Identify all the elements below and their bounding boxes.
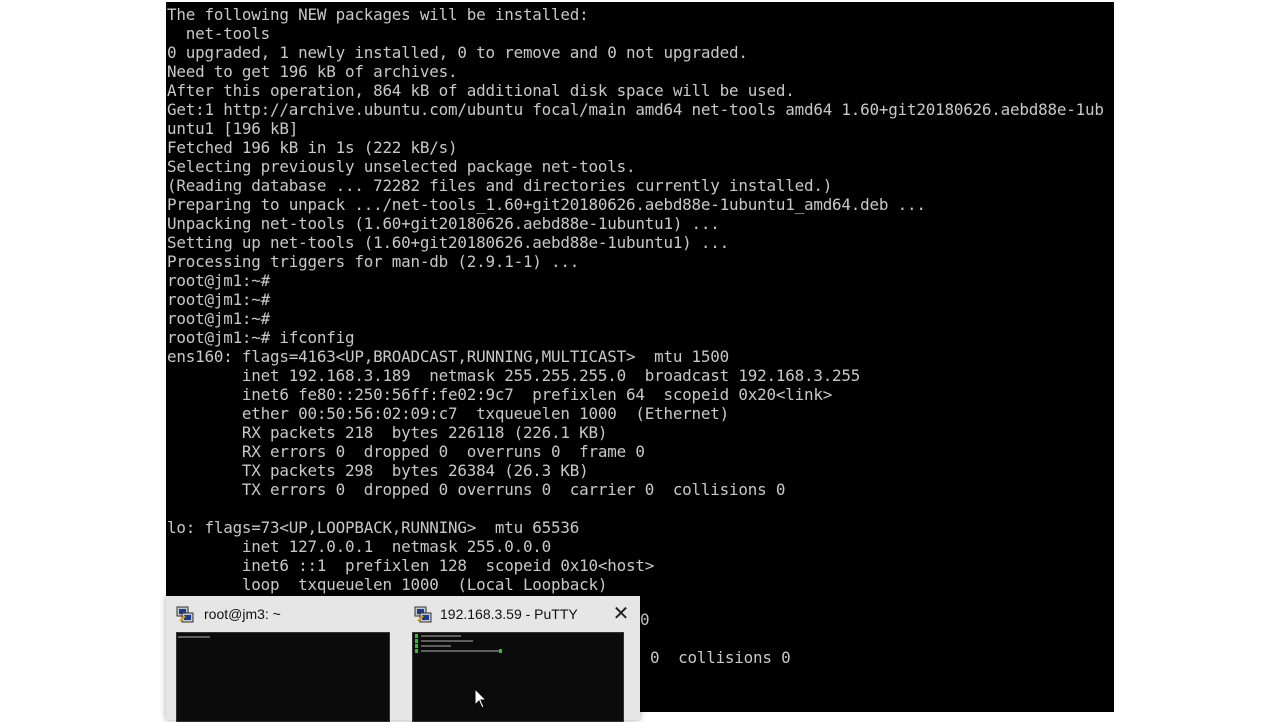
- terminal-line: inet 192.168.3.189 netmask 255.255.255.0…: [167, 366, 861, 385]
- terminal-line: loop txqueuelen 1000 (Local Loopback): [167, 575, 608, 594]
- terminal-line: Need to get 196 kB of archives.: [167, 62, 458, 81]
- terminal-partial-text: 0: [640, 610, 650, 629]
- terminal-line: untu1 [196 kB]: [167, 119, 299, 138]
- close-preview-button[interactable]: ✕: [610, 602, 632, 624]
- terminal-line: Unpacking net-tools (1.60+git20180626.ae…: [167, 214, 720, 233]
- terminal-line: The following NEW packages will be insta…: [167, 5, 589, 24]
- terminal-line: inet6 fe80::250:56ff:fe02:9c7 prefixlen …: [167, 385, 833, 404]
- terminal-line: After this operation, 864 kB of addition…: [167, 81, 795, 100]
- preview-thumbnail: [176, 632, 390, 722]
- terminal-line: Processing triggers for man-db (2.9.1-1)…: [167, 252, 580, 271]
- terminal-line: RX errors 0 dropped 0 overruns 0 frame 0: [167, 442, 645, 461]
- taskbar-preview-root-jm3[interactable]: root@jm3: ~: [166, 596, 398, 722]
- terminal-line: Get:1 http://archive.ubuntu.com/ubuntu f…: [167, 100, 1104, 119]
- terminal-line: (Reading database ... 72282 files and di…: [167, 176, 833, 195]
- terminal-line: root@jm1:~#: [167, 290, 271, 309]
- putty-icon: [176, 606, 194, 623]
- terminal-line: Selecting previously unselected package …: [167, 157, 636, 176]
- mouse-cursor-icon: [474, 688, 488, 709]
- terminal-line: net-tools: [167, 24, 271, 43]
- terminal-line: ens160: flags=4163<UP,BROADCAST,RUNNING,…: [167, 347, 730, 366]
- terminal-line: root@jm1:~# ifconfig: [167, 328, 355, 347]
- terminal-line: 0 upgraded, 1 newly installed, 0 to remo…: [167, 43, 748, 62]
- terminal-partial-text: 0 collisions 0: [650, 648, 791, 667]
- putty-icon: [414, 606, 432, 623]
- terminal-line: Preparing to unpack .../net-tools_1.60+g…: [167, 195, 926, 214]
- terminal-line: Fetched 196 kB in 1s (222 kB/s): [167, 138, 458, 157]
- terminal-line: root@jm1:~#: [167, 309, 271, 328]
- preview-title: root@jm3: ~: [204, 606, 281, 622]
- terminal-line: inet6 ::1 prefixlen 128 scopeid 0x10<hos…: [167, 556, 655, 575]
- preview-thumbnail: [412, 632, 624, 722]
- terminal-line: TX packets 298 bytes 26384 (26.3 KB): [167, 461, 589, 480]
- terminal-line: RX packets 218 bytes 226118 (226.1 KB): [167, 423, 608, 442]
- terminal-line: inet 127.0.0.1 netmask 255.0.0.0: [167, 537, 552, 556]
- terminal-line: ether 00:50:56:02:09:c7 txqueuelen 1000 …: [167, 404, 730, 423]
- taskbar-preview-panel: root@jm3: ~ 192.168.3.59 - PuTTY ✕: [166, 596, 640, 722]
- terminal-line: TX errors 0 dropped 0 overruns 0 carrier…: [167, 480, 786, 499]
- terminal-line: Setting up net-tools (1.60+git20180626.a…: [167, 233, 730, 252]
- terminal-line: lo: flags=73<UP,LOOPBACK,RUNNING> mtu 65…: [167, 518, 580, 537]
- terminal-line: root@jm1:~#: [167, 271, 271, 290]
- preview-title: 192.168.3.59 - PuTTY: [440, 606, 578, 622]
- taskbar-preview-putty-192-168-3-59[interactable]: 192.168.3.59 - PuTTY ✕: [404, 596, 640, 722]
